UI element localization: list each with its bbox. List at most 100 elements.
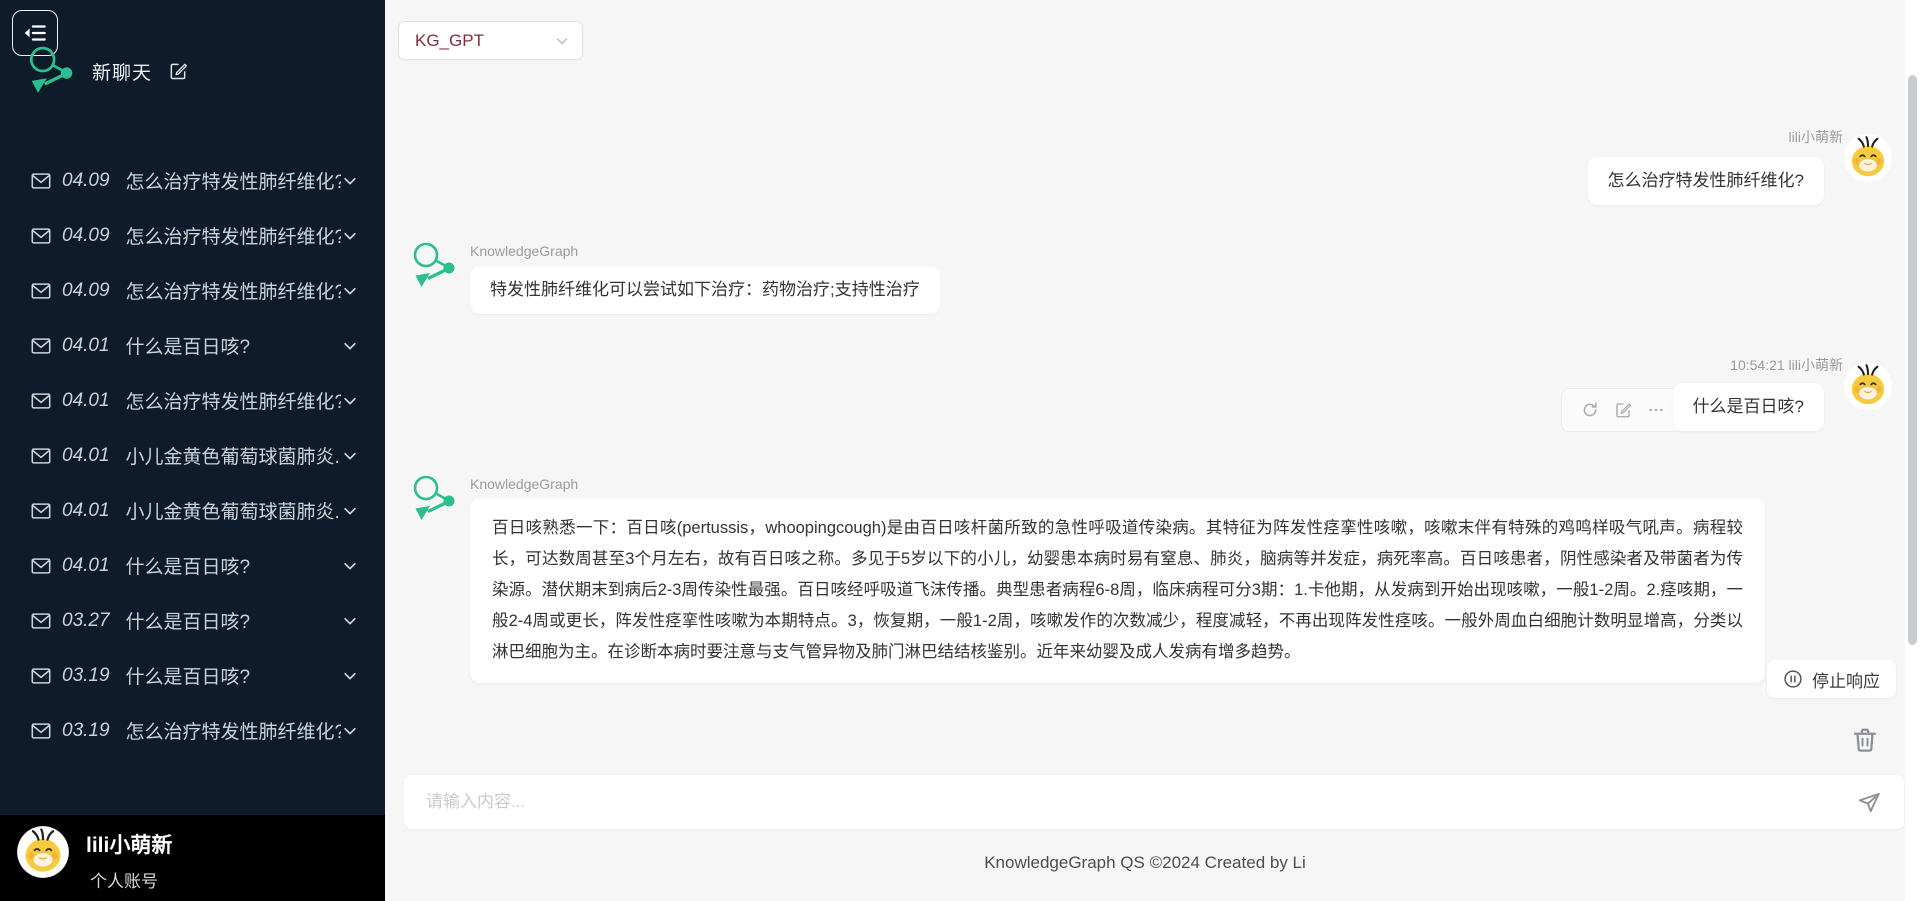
user-avatar (1843, 361, 1893, 411)
model-select-value: KG_GPT (415, 31, 554, 51)
chevron-down-icon[interactable] (341, 612, 359, 630)
chevron-down-icon[interactable] (341, 337, 359, 355)
mail-icon (30, 280, 52, 302)
history-item[interactable]: 04.01 什么是百日咳? (0, 538, 385, 593)
history-item[interactable]: 04.09 怎么治疗特发性肺纤维化? (0, 153, 385, 208)
history-item-date: 04.01 (62, 500, 110, 522)
chevron-down-icon[interactable] (341, 227, 359, 245)
history-item-title: 什么是百日咳? (126, 607, 341, 634)
history-item-title: 怎么治疗特发性肺纤维化? (126, 717, 341, 744)
chat-history-list: 04.09 怎么治疗特发性肺纤维化? 04.09 怎么治疗特发性肺纤维化? 04… (0, 153, 385, 758)
message-time: 10:54:21 (1730, 357, 1785, 373)
account-type-label: 个人账号 (90, 867, 158, 892)
scrollbar-thumb[interactable] (1908, 75, 1917, 645)
history-item-title: 怎么治疗特发性肺纤维化? (126, 277, 341, 304)
user-avatar (1843, 133, 1893, 183)
delete-icon (1850, 725, 1880, 755)
history-item[interactable]: 04.09 怎么治疗特发性肺纤维化? (0, 208, 385, 263)
history-item[interactable]: 03.19 怎么治疗特发性肺纤维化? (0, 703, 385, 758)
footer-text: KnowledgeGraph QS ©2024 Created by Li (385, 853, 1905, 873)
user-name: lili小萌新 (86, 829, 172, 859)
chevron-down-icon[interactable] (341, 447, 359, 465)
regenerate-icon[interactable] (1581, 401, 1599, 419)
history-item-date: 04.09 (62, 225, 110, 247)
user-avatar-icon (16, 825, 70, 879)
bot-avatar-icon (408, 473, 460, 525)
bot-message-bubble: 特发性肺纤维化可以尝试如下治疗：药物治疗;支持性治疗 (470, 266, 940, 314)
fold-menu-icon (22, 20, 48, 46)
chevron-down-icon[interactable] (341, 392, 359, 410)
history-item-date: 04.09 (62, 170, 110, 192)
message-author: KnowledgeGraph (470, 476, 578, 492)
message-input[interactable] (404, 775, 1904, 829)
new-chat-label: 新聊天 (92, 58, 152, 85)
chevron-down-icon[interactable] (341, 557, 359, 575)
user-account-panel[interactable]: lili小萌新 个人账号 (0, 815, 385, 901)
mail-icon (30, 610, 52, 632)
history-item-date: 04.01 (62, 555, 110, 577)
history-item-title: 怎么治疗特发性肺纤维化? (126, 167, 341, 194)
chevron-down-icon[interactable] (341, 722, 359, 740)
history-item-title: 什么是百日咳? (126, 662, 341, 689)
history-item-title: 什么是百日咳? (126, 332, 341, 359)
history-item-title: 什么是百日咳? (126, 552, 341, 579)
history-item[interactable]: 04.09 怎么治疗特发性肺纤维化? (0, 263, 385, 318)
chevron-down-icon[interactable] (341, 502, 359, 520)
history-item-title: 小儿金黄色葡萄球菌肺炎... (126, 442, 341, 469)
message-actions (1561, 388, 1685, 432)
stop-response-label: 停止响应 (1812, 667, 1880, 692)
history-item[interactable]: 04.01 小儿金黄色葡萄球菌肺炎... (0, 483, 385, 538)
history-item-date: 04.09 (62, 280, 110, 302)
history-item-date: 03.19 (62, 720, 110, 742)
user-message-bubble: 怎么治疗特发性肺纤维化? (1588, 157, 1824, 205)
mail-icon (30, 500, 52, 522)
knowledge-graph-logo-icon (24, 44, 78, 98)
mail-icon (30, 665, 52, 687)
chevron-down-icon[interactable] (341, 667, 359, 685)
user-avatar-icon (1843, 133, 1893, 183)
bot-message-bubble: 百日咳熟悉一下：百日咳(pertussis，whoopingcough)是由百日… (470, 498, 1765, 683)
user-message-bubble: 什么是百日咳? (1673, 383, 1824, 431)
send-button[interactable] (1856, 789, 1882, 815)
history-item-date: 04.01 (62, 390, 110, 412)
more-icon[interactable] (1647, 401, 1665, 419)
edit-icon[interactable] (1614, 401, 1632, 419)
history-item-title: 小儿金黄色葡萄球菌肺炎... (126, 497, 341, 524)
chevron-down-icon[interactable] (341, 172, 359, 190)
message-meta: 10:54:21 lili小萌新 (1730, 355, 1843, 375)
history-item[interactable]: 04.01 小儿金黄色葡萄球菌肺炎... (0, 428, 385, 483)
model-select[interactable]: KG_GPT (398, 21, 583, 60)
chevron-down-icon[interactable] (341, 282, 359, 300)
mail-icon (30, 335, 52, 357)
user-avatar-icon (1843, 361, 1893, 411)
bot-avatar-icon (408, 240, 460, 292)
history-item-title: 怎么治疗特发性肺纤维化? (126, 222, 341, 249)
message-author: lili小萌新 (1789, 127, 1843, 147)
history-item-date: 03.27 (62, 610, 110, 632)
mail-icon (30, 390, 52, 412)
stop-icon (1783, 669, 1803, 689)
message-input-bar (404, 775, 1904, 829)
message-author: KnowledgeGraph (470, 243, 578, 259)
history-item[interactable]: 04.01 怎么治疗特发性肺纤维化? (0, 373, 385, 428)
history-item[interactable]: 03.27 什么是百日咳? (0, 593, 385, 648)
history-item[interactable]: 04.01 什么是百日咳? (0, 318, 385, 373)
mail-icon (30, 720, 52, 742)
clear-chat-button[interactable] (1850, 725, 1880, 755)
mail-icon (30, 555, 52, 577)
compose-icon (168, 61, 188, 81)
chevron-down-icon (554, 33, 570, 49)
new-chat-button[interactable]: 新聊天 (24, 44, 188, 98)
message-author: lili小萌新 (1789, 357, 1843, 373)
mail-icon (30, 170, 52, 192)
history-item[interactable]: 03.19 什么是百日咳? (0, 648, 385, 703)
mail-icon (30, 445, 52, 467)
user-avatar (16, 825, 70, 879)
stop-response-button[interactable]: 停止响应 (1767, 660, 1896, 698)
history-item-date: 03.19 (62, 665, 110, 687)
send-icon (1856, 789, 1882, 815)
scrollbar-track[interactable] (1905, 0, 1920, 901)
chat-main: KG_GPT lili小萌新 怎么治疗特发性肺纤维化? KnowledgeGra… (385, 0, 1920, 901)
history-item-date: 04.01 (62, 335, 110, 357)
history-item-title: 怎么治疗特发性肺纤维化? (126, 387, 341, 414)
